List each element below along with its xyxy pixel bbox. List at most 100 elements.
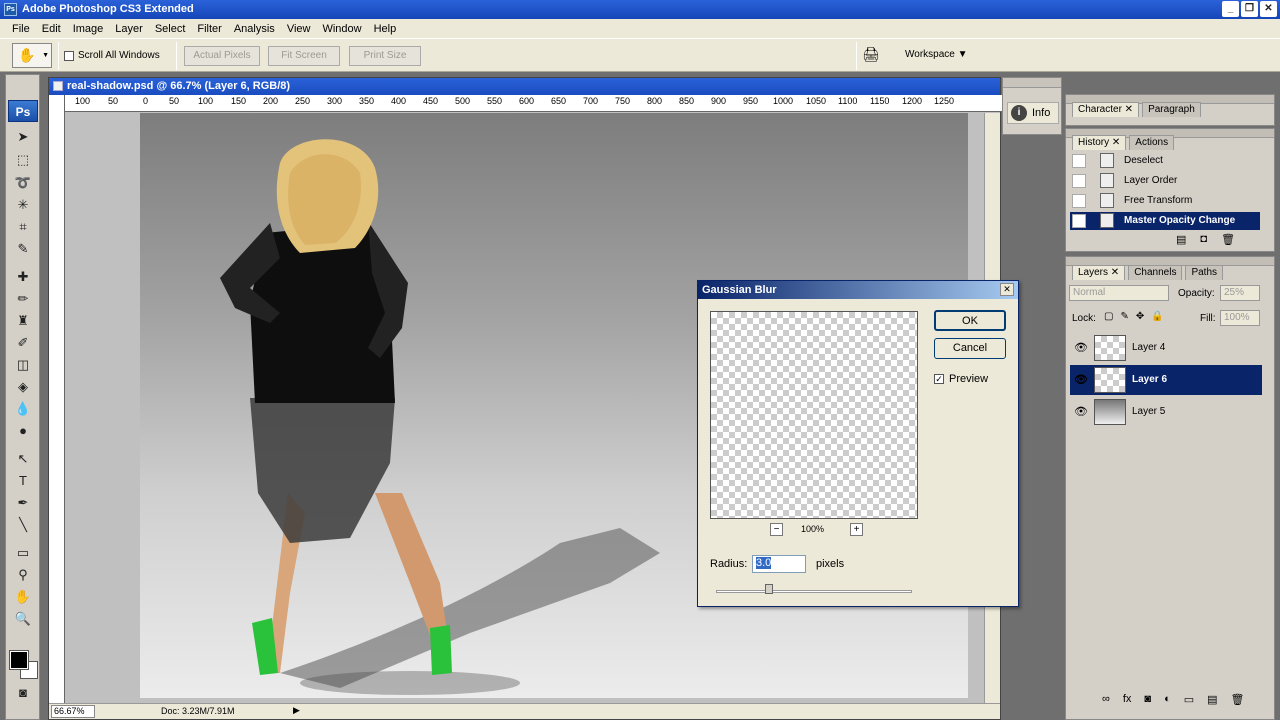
menu-filter[interactable]: Filter (191, 23, 227, 35)
new-layer-icon[interactable]: ▤ (1207, 693, 1217, 706)
menu-file[interactable]: File (6, 23, 36, 35)
cancel-button[interactable]: Cancel (934, 338, 1006, 359)
close-button[interactable]: ✕ (1260, 1, 1277, 17)
menu-help[interactable]: Help (368, 23, 403, 35)
bridge-icon[interactable]: 🖨 (862, 46, 884, 66)
tab-character[interactable]: Character ✕ (1072, 102, 1140, 117)
tool-preset-picker[interactable]: ✋ ▼ (12, 43, 52, 68)
layer-row[interactable]: 👁 Layer 5 (1070, 397, 1262, 427)
zoom-out-button[interactable]: − (770, 523, 783, 536)
eye-icon[interactable]: 👁 (1074, 373, 1088, 386)
layer-mask-icon[interactable]: ◙ (1144, 693, 1151, 706)
preview-option[interactable]: ✓ Preview (934, 373, 988, 385)
zoom-field[interactable]: 66.67% (51, 705, 95, 718)
preview-checkbox[interactable]: ✓ (934, 374, 944, 384)
clone-stamp-tool-icon[interactable]: ♜ (12, 311, 34, 331)
menu-select[interactable]: Select (149, 23, 192, 35)
info-panel-button[interactable]: i Info (1007, 102, 1059, 124)
tab-paragraph[interactable]: Paragraph (1142, 102, 1201, 117)
magic-wand-tool-icon[interactable]: ✳ (12, 195, 34, 215)
type-tool-icon[interactable]: T (12, 471, 34, 491)
history-item[interactable]: Free Transform (1070, 192, 1260, 210)
move-tool-icon[interactable]: ➤ (12, 127, 34, 147)
dialog-title[interactable]: Gaussian Blur (698, 281, 1018, 299)
snapshot-icon[interactable]: ◘ (1200, 233, 1207, 246)
link-layers-icon[interactable]: ∞ (1102, 693, 1110, 706)
lock-position-icon[interactable]: ✥ (1136, 311, 1144, 322)
lock-all-icon[interactable]: 🔒 (1151, 311, 1163, 322)
panel-header[interactable] (1003, 78, 1061, 88)
menu-image[interactable]: Image (67, 23, 110, 35)
scroll-all-windows-checkbox[interactable] (64, 50, 74, 61)
restore-button[interactable]: ❐ (1241, 1, 1258, 17)
eye-icon[interactable]: 👁 (1074, 341, 1088, 354)
ok-button[interactable]: OK (934, 310, 1006, 331)
fit-screen-button[interactable]: Fit Screen (268, 46, 340, 66)
minimize-button[interactable]: _ (1222, 1, 1239, 17)
history-item[interactable]: Deselect (1070, 152, 1260, 170)
workspace-menu[interactable]: Workspace ▼ (905, 49, 968, 60)
document-title-bar[interactable]: real-shadow.psd @ 66.7% (Layer 6, RGB/8) (49, 78, 1000, 95)
scroll-all-windows-option[interactable]: Scroll All Windows (64, 50, 160, 61)
history-snapshot-checkbox[interactable] (1072, 154, 1086, 168)
paint-bucket-tool-icon[interactable]: ◈ (12, 377, 34, 397)
status-menu-arrow-icon[interactable]: ▶ (293, 705, 300, 716)
menu-analysis[interactable]: Analysis (228, 23, 281, 35)
history-item[interactable]: Layer Order (1070, 172, 1260, 190)
delete-layer-icon[interactable]: 🗑 (1231, 693, 1245, 706)
notes-tool-icon[interactable]: ▭ (12, 543, 34, 563)
tab-layers[interactable]: Layers ✕ (1072, 265, 1126, 280)
ps-logo[interactable]: Ps (8, 100, 38, 122)
path-selection-tool-icon[interactable]: ↖ (12, 449, 34, 469)
pen-tool-icon[interactable]: ✒ (12, 493, 34, 513)
actual-pixels-button[interactable]: Actual Pixels (184, 46, 260, 66)
radius-input[interactable]: 3.0 (752, 555, 806, 573)
new-group-icon[interactable]: ▭ (1184, 693, 1194, 706)
fill-field[interactable]: 100% (1220, 310, 1260, 326)
opacity-field[interactable]: 25% (1220, 285, 1260, 301)
history-item-selected[interactable]: Master Opacity Change (1070, 212, 1260, 230)
blur-preview[interactable] (710, 311, 918, 519)
eyedropper-tool-icon[interactable]: ⚲ (12, 565, 34, 585)
radius-slider-thumb[interactable] (765, 584, 773, 594)
new-document-icon[interactable]: ▤ (1176, 233, 1186, 246)
foreground-color-swatch[interactable] (9, 650, 29, 670)
hand-tool-icon[interactable]: ✋ (12, 587, 34, 607)
menu-edit[interactable]: Edit (36, 23, 67, 35)
marquee-tool-icon[interactable]: ⬚ (12, 150, 34, 170)
adjustment-layer-icon[interactable]: ◐ (1164, 693, 1171, 706)
zoom-in-button[interactable]: + (850, 523, 863, 536)
slice-tool-icon[interactable]: ✎ (12, 239, 34, 259)
lasso-tool-icon[interactable]: ➰ (12, 173, 34, 193)
tab-actions[interactable]: Actions (1129, 135, 1175, 150)
blur-tool-icon[interactable]: 💧 (12, 399, 34, 419)
healing-brush-tool-icon[interactable]: ✚ (12, 267, 34, 287)
close-icon[interactable]: ✕ (1000, 283, 1014, 296)
blend-mode-select[interactable]: Normal (1069, 285, 1169, 301)
layer-row-selected[interactable]: 👁 Layer 6 (1070, 365, 1262, 395)
radius-slider-track[interactable] (716, 590, 912, 593)
quick-mask-icon[interactable]: ◙ (12, 683, 34, 703)
layer-row[interactable]: 👁 Layer 4 (1070, 333, 1262, 363)
tab-paths[interactable]: Paths (1185, 265, 1224, 280)
history-snapshot-checkbox[interactable] (1072, 174, 1086, 188)
zoom-tool-icon[interactable]: 🔍 (12, 609, 34, 629)
delete-icon[interactable]: 🗑 (1221, 233, 1235, 246)
menu-layer[interactable]: Layer (109, 23, 149, 35)
eye-icon[interactable]: 👁 (1074, 405, 1088, 418)
crop-tool-icon[interactable]: ⌗ (12, 217, 34, 237)
layer-style-icon[interactable]: fx (1123, 693, 1132, 706)
menu-window[interactable]: Window (316, 23, 367, 35)
lock-transparency-icon[interactable]: ▢ (1104, 311, 1113, 322)
menu-view[interactable]: View (281, 23, 317, 35)
history-brush-tool-icon[interactable]: ✐ (12, 333, 34, 353)
lock-pixels-icon[interactable]: ✎ (1120, 311, 1128, 322)
history-snapshot-checkbox[interactable] (1072, 214, 1086, 228)
history-snapshot-checkbox[interactable] (1072, 194, 1086, 208)
eraser-tool-icon[interactable]: ◫ (12, 355, 34, 375)
tab-history[interactable]: History ✕ (1072, 135, 1127, 150)
line-tool-icon[interactable]: ╲ (12, 515, 34, 535)
tab-channels[interactable]: Channels (1128, 265, 1183, 280)
brush-tool-icon[interactable]: ✏ (12, 289, 34, 309)
dodge-tool-icon[interactable]: ● (12, 421, 34, 441)
